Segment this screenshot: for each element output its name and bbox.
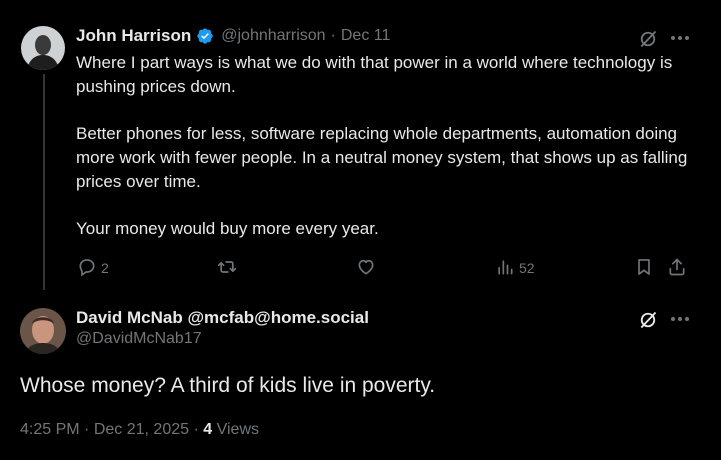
grok-icon[interactable] (637, 309, 659, 331)
tweet-header: John Harrison @johnharrison · Dec 11 (76, 25, 390, 47)
author-handle[interactable]: @johnharrison (221, 27, 325, 45)
separator-dot: · (193, 421, 199, 438)
reply-icon (77, 257, 97, 280)
thread-connector-line (43, 74, 45, 290)
author-name[interactable]: John Harrison (76, 26, 191, 46)
share-button[interactable] (667, 257, 687, 279)
tweet-time[interactable]: 4:25 PM (20, 421, 80, 438)
retweet-icon (216, 257, 238, 280)
retweet-button[interactable] (216, 257, 242, 279)
tweet-paragraph: Better phones for less, software replaci… (76, 124, 688, 191)
analytics-icon (495, 257, 515, 280)
reply-text: Whose money? A third of kids live in pov… (20, 374, 436, 397)
tweet-paragraph: Where I part ways is what we do with tha… (76, 53, 673, 96)
verified-badge-icon (196, 27, 214, 45)
views-button[interactable]: 52 (495, 257, 535, 279)
heart-icon (356, 257, 376, 280)
separator-dot: · (330, 27, 336, 44)
views-count[interactable]: 4 (203, 421, 212, 438)
tweet-text: Where I part ways is what we do with tha… (76, 51, 691, 241)
avatar[interactable] (20, 308, 66, 354)
separator-dot: · (84, 421, 90, 438)
tweet-metadata: 4:25 PM · Dec 21, 2025 · 4 Views (20, 421, 259, 439)
more-options-icon[interactable] (668, 309, 692, 329)
avatar[interactable] (21, 26, 65, 70)
bookmark-icon (634, 257, 654, 280)
reply-button[interactable]: 2 (77, 257, 109, 279)
tweet-date[interactable]: Dec 11 (341, 27, 391, 45)
bookmark-button[interactable] (634, 257, 654, 279)
reply-header: David McNab @mcfab@home.social @DavidMcN… (76, 307, 369, 349)
share-icon (667, 257, 687, 280)
tweet-date[interactable]: Dec 21, 2025 (94, 421, 189, 438)
tweet-paragraph: Your money would buy more every year. (76, 219, 379, 238)
author-name[interactable]: David McNab @mcfab@home.social (76, 307, 369, 329)
grok-icon[interactable] (637, 28, 659, 50)
like-button[interactable] (356, 257, 380, 279)
author-handle[interactable]: @DavidMcNab17 (76, 329, 369, 349)
views-count: 52 (519, 260, 535, 276)
reply-count: 2 (101, 260, 109, 276)
more-options-icon[interactable] (668, 28, 692, 48)
views-label: Views (216, 421, 259, 438)
